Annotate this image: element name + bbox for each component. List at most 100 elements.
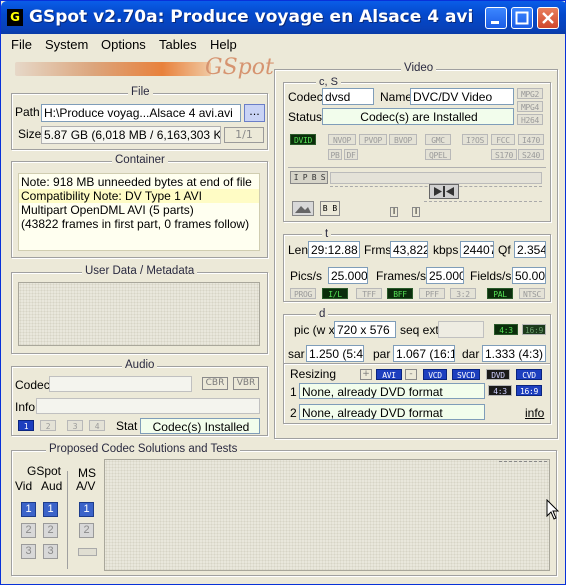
part-counter: 1/1 bbox=[224, 127, 264, 143]
resize-ar-16-9-tag[interactable]: 16:9 bbox=[516, 385, 542, 396]
bb-marker: B B bbox=[320, 201, 340, 216]
qf-field: 2.354 bbox=[514, 241, 546, 258]
user-data-panel-title: User Data / Metadata bbox=[82, 265, 198, 277]
frame-strip-bottom bbox=[424, 201, 542, 217]
pb-tag: PB bbox=[328, 149, 342, 160]
pulldown-flag: 3:2 bbox=[450, 288, 476, 299]
gop-marker-icon bbox=[429, 184, 459, 199]
close-button[interactable] bbox=[537, 7, 559, 29]
s170-tag: S170 bbox=[491, 149, 517, 160]
resize-cvd-tag[interactable]: CVD bbox=[516, 369, 542, 380]
path-label: Path bbox=[15, 105, 40, 119]
seq-ext-label: seq ext bbox=[400, 323, 439, 337]
pic-label: pic (w x bbox=[294, 323, 335, 337]
browse-button[interactable]: ... bbox=[244, 104, 265, 122]
menu-tables[interactable]: Tables bbox=[159, 37, 197, 52]
s240-tag: S240 bbox=[518, 149, 544, 160]
gspot-aud-2[interactable]: 2 bbox=[43, 523, 58, 538]
resize-vcd-tag[interactable]: VCD bbox=[423, 369, 447, 380]
gspot-aud-1[interactable]: 1 bbox=[43, 502, 58, 517]
dimensions-subpanel-title: d bbox=[316, 308, 329, 320]
user-data-panel: User Data / Metadata bbox=[11, 265, 268, 354]
dar-label: dar bbox=[462, 347, 480, 361]
i-marker-2: I bbox=[412, 207, 420, 217]
resize-dvd-tag[interactable]: DVD bbox=[486, 369, 510, 380]
audio-stream-3[interactable]: 3 bbox=[67, 420, 83, 431]
nvop-tag: NVOP bbox=[328, 134, 356, 145]
gspot-vid-1[interactable]: 1 bbox=[21, 502, 36, 517]
gspot-aud-3[interactable]: 3 bbox=[43, 544, 58, 559]
resize-avi-tag[interactable]: AVI bbox=[376, 369, 402, 380]
audio-stream-4[interactable]: 4 bbox=[89, 420, 105, 431]
frms-field: 43,822 bbox=[390, 241, 428, 258]
minimize-button[interactable] bbox=[485, 7, 507, 29]
par-field: 1.067 (16:1 bbox=[393, 345, 455, 362]
app-icon: G bbox=[7, 9, 23, 26]
bff-flag: BFF bbox=[387, 288, 413, 299]
maximize-icon bbox=[515, 11, 529, 25]
resize-svcd-tag[interactable]: SVCD bbox=[452, 369, 480, 380]
frames-field: 25.000 bbox=[426, 267, 464, 284]
audio-info-label: Info bbox=[15, 400, 36, 414]
ms-label: MS bbox=[78, 466, 96, 480]
file-panel: File Path H:\Produce voyag...Alsace 4 av… bbox=[11, 86, 268, 150]
size-label: Size bbox=[18, 127, 42, 141]
mpg2-tag: MPG2 bbox=[517, 88, 543, 99]
resize-ar-4-3-tag[interactable]: 4:3 bbox=[488, 385, 512, 396]
logo-gradient-bar bbox=[15, 62, 211, 76]
maximize-button[interactable] bbox=[511, 7, 533, 29]
frame-type-legend: I P B S bbox=[290, 171, 328, 184]
ar-4-3-tag: 4:3 bbox=[494, 324, 518, 335]
resize-row1-field: None, already DVD format bbox=[299, 383, 485, 399]
ios-tag: I?OS bbox=[462, 134, 488, 145]
vbr-button[interactable]: VBR bbox=[233, 377, 259, 390]
ms-av-2[interactable]: 2 bbox=[79, 523, 94, 538]
container-note-4: (43822 frames in first part, 0 frames fo… bbox=[21, 217, 250, 231]
ntsc-flag: NTSC bbox=[519, 288, 545, 299]
close-icon bbox=[542, 12, 554, 24]
menu-system[interactable]: System bbox=[45, 37, 88, 52]
cbr-button[interactable]: CBR bbox=[202, 377, 228, 390]
proposed-panel: Proposed Codec Solutions and Tests GSpot… bbox=[11, 443, 557, 576]
user-data-box bbox=[18, 282, 260, 346]
path-field[interactable]: H:\Produce voyag...Alsace 4 avi.avi bbox=[41, 104, 241, 122]
bvop-tag: BVOP bbox=[389, 134, 417, 145]
info-link[interactable]: info bbox=[525, 406, 544, 420]
ms-av-1[interactable]: 1 bbox=[79, 502, 94, 517]
container-note-2: Compatibility Note: DV Type 1 AVI bbox=[21, 189, 202, 203]
file-panel-title: File bbox=[128, 86, 153, 98]
video-panel: Video c, S Codec dvsd Name DVC/DV Video … bbox=[274, 62, 558, 439]
i470-tag: I470 bbox=[518, 134, 544, 145]
resize-minus-button[interactable]: - bbox=[405, 369, 417, 380]
seq-ext-field bbox=[438, 321, 484, 338]
audio-info-field bbox=[36, 398, 260, 414]
title-bar[interactable]: G GSpot v2.70a: Produce voyage en Alsace… bbox=[1, 1, 566, 34]
timing-subpanel-title: t bbox=[322, 228, 332, 240]
picture-icon[interactable] bbox=[292, 201, 314, 216]
codec-field: dvsd bbox=[322, 88, 374, 105]
len-label: Len bbox=[288, 243, 309, 257]
i-marker-1: I bbox=[390, 207, 398, 217]
fcc-tag: FCC bbox=[491, 134, 515, 145]
resize-plus-button[interactable]: + bbox=[360, 369, 372, 380]
audio-codec-field bbox=[49, 376, 192, 392]
pvop-tag: PVOP bbox=[359, 134, 387, 145]
audio-stream-1[interactable]: 1 bbox=[18, 420, 34, 431]
dvid-tag: DVID bbox=[290, 134, 316, 145]
frms-label: Frms bbox=[364, 243, 392, 257]
app-window: G GSpot v2.70a: Produce voyage en Alsace… bbox=[0, 0, 566, 585]
container-panel: Container Note: 918 MB unneeded bytes at… bbox=[11, 154, 268, 258]
menu-help[interactable]: Help bbox=[210, 37, 237, 52]
menu-options[interactable]: Options bbox=[101, 37, 146, 52]
pff-flag: PFF bbox=[419, 288, 445, 299]
gspot-vid-3[interactable]: 3 bbox=[21, 544, 36, 559]
menu-file[interactable]: File bbox=[11, 37, 32, 52]
gspot-vid-2[interactable]: 2 bbox=[21, 523, 36, 538]
aud-label: Aud bbox=[41, 479, 63, 493]
container-info-box: Note: 918 MB unneeded bytes at end of fi… bbox=[18, 173, 260, 251]
frame-strip-top bbox=[330, 172, 542, 184]
sar-field: 1.250 (5:4) bbox=[306, 345, 364, 362]
audio-stream-2[interactable]: 2 bbox=[40, 420, 56, 431]
len-field: 29:12.88 bbox=[308, 241, 360, 258]
interlaced-flag: I/L bbox=[322, 288, 348, 299]
